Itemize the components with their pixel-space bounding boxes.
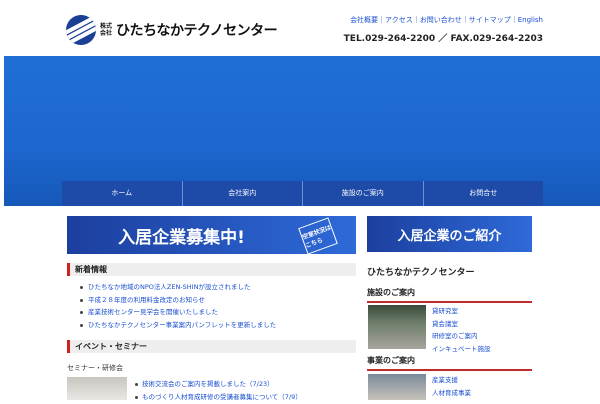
- nav-item-facilities[interactable]: 施設のご案内: [303, 181, 424, 206]
- facility-link[interactable]: 研修室のご案内: [432, 330, 491, 343]
- news-item[interactable]: 産業技術センター見学会を開催いたしました: [80, 306, 276, 319]
- event-item[interactable]: ものづくり人材育成研修の受講者募集について（7/9）: [135, 391, 302, 404]
- facility-link[interactable]: 貸会議室: [432, 318, 491, 331]
- recruit-banner[interactable]: 入居企業募集中! 空室状況はこちら: [67, 216, 356, 255]
- news-item[interactable]: 平成２８年度の利用料金改定のお知らせ: [80, 294, 276, 307]
- facility-section-title: 施設のご案内: [367, 287, 532, 303]
- news-section-title: 新着情報: [67, 263, 356, 276]
- event-thumbnail: [67, 377, 127, 400]
- sidebar-heading: ひたちなかテクノセンター: [367, 268, 475, 278]
- nav-item-contact[interactable]: お問合せ: [424, 181, 544, 206]
- company-prefix: 株式会社: [100, 23, 113, 37]
- news-item[interactable]: ひたちなか地域のNPO法人ZEN-SHINが設立されました: [80, 281, 276, 294]
- logo-mark-icon: [66, 15, 96, 45]
- event-list: 技術交流会のご案内を掲載しました（7/23） ものづくり人材育成研修の受講者募集…: [135, 378, 302, 404]
- nav-item-home[interactable]: ホーム: [62, 181, 183, 206]
- business-link[interactable]: 人材育成事業: [432, 387, 471, 400]
- facility-link[interactable]: 貸研究室: [432, 305, 491, 318]
- site-header: 株式会社 ひたちなかテクノセンター 会社概要｜アクセス｜お問い合わせ｜サイトマッ…: [0, 0, 600, 56]
- facility-photo[interactable]: [368, 305, 426, 349]
- business-section-title: 事業のご案内: [367, 355, 532, 371]
- seminar-label: セミナー・研修会: [67, 364, 123, 372]
- contact-info: TEL.029-264-2200 ／ FAX.029-264-2203: [343, 34, 543, 44]
- business-photo[interactable]: [368, 374, 426, 400]
- top-links[interactable]: 会社概要｜アクセス｜お問い合わせ｜サイトマップ｜English: [350, 15, 543, 25]
- nav-item-company[interactable]: 会社案内: [183, 181, 303, 206]
- business-link[interactable]: 産業支援: [432, 374, 471, 387]
- global-nav: ホーム 会社案内 施設のご案内 お問合せ: [62, 181, 543, 206]
- recruit-banner-label: 入居企業募集中!: [118, 227, 245, 248]
- facility-link[interactable]: インキュベート施設: [432, 343, 491, 356]
- vacancy-stamp: 空室状況はこちら: [298, 217, 338, 255]
- news-item[interactable]: ひたちなかテクノセンター事業案内パンフレットを更新しました: [80, 319, 276, 332]
- company-logo[interactable]: 株式会社 ひたちなかテクノセンター: [66, 15, 278, 45]
- events-section-title: イベント・セミナー: [67, 340, 356, 353]
- company-name: ひたちなかテクノセンター: [116, 23, 278, 39]
- facility-links: 貸研究室 貸会議室 研修室のご案内 インキュベート施設: [432, 305, 491, 355]
- news-list: ひたちなか地域のNPO法人ZEN-SHINが設立されました 平成２８年度の利用料…: [80, 281, 276, 331]
- business-links: 産業支援 人材育成事業: [432, 374, 471, 399]
- event-item[interactable]: 技術交流会のご案内を掲載しました（7/23）: [135, 378, 302, 391]
- tenant-intro-banner[interactable]: 入居企業のご紹介: [367, 216, 532, 252]
